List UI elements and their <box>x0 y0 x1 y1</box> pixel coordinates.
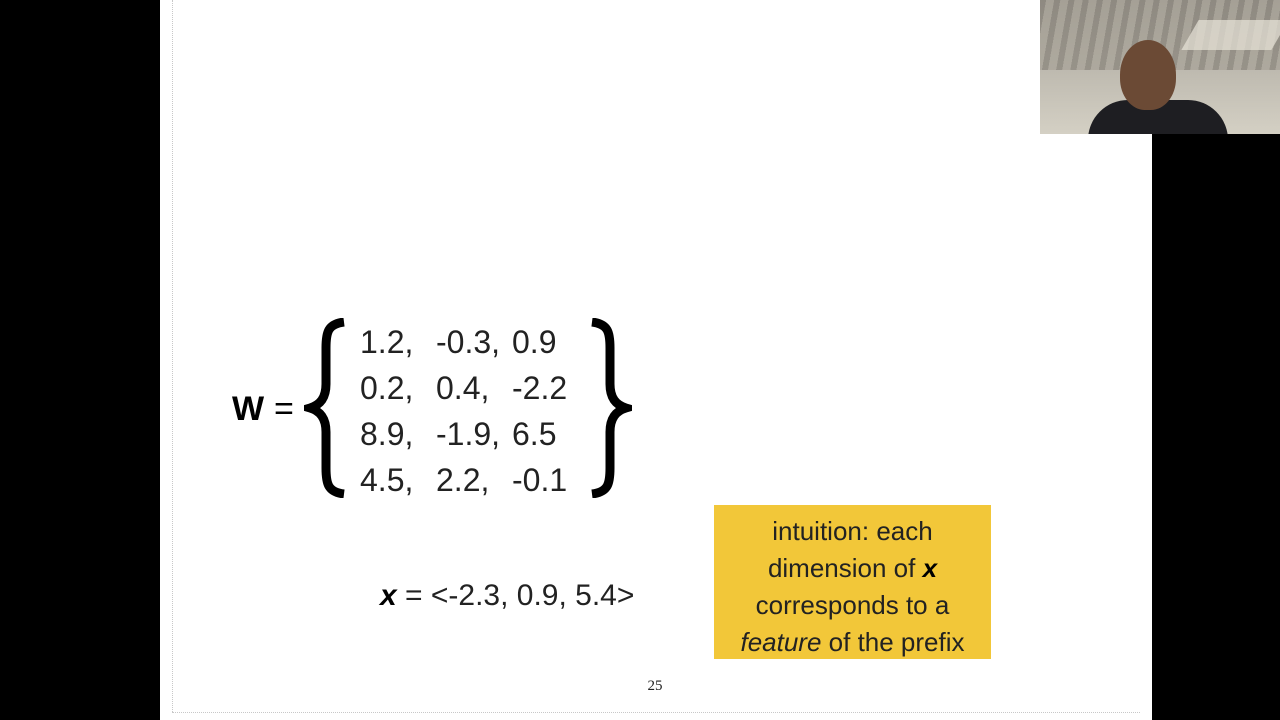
presenter-head <box>1120 40 1176 110</box>
matrix-row: 1.2, -0.3, 0.9 <box>360 322 572 368</box>
callout-line: feature of the prefix <box>714 624 991 661</box>
x-variable: x <box>380 579 397 612</box>
matrix-equals-sign: = <box>274 390 294 428</box>
x-vector-values: = <-2.3, 0.9, 5.4> <box>396 579 635 612</box>
callout-line: corresponds to a <box>755 590 950 620</box>
slide-edge-left <box>172 0 174 712</box>
matrix-cell: -0.1 <box>512 462 568 498</box>
callout-text: of the prefix <box>821 627 965 657</box>
matrix-row: 4.5, 2.2, -0.1 <box>360 460 572 506</box>
matrix-cell: 0.4, <box>436 370 490 406</box>
weight-matrix: 1.2, -0.3, 0.9 0.2, 0.4, -2.2 8.9, -1.9, 6.5 4… <box>360 322 572 506</box>
matrix-row: 8.9, -1.9, 6.5 <box>360 414 572 460</box>
letterbox-left <box>0 0 160 720</box>
webcam-light <box>1181 20 1280 50</box>
matrix-cell: 8.9, <box>360 416 414 452</box>
matrix-cell: 1.2, <box>360 324 414 360</box>
left-curly-brace-icon <box>304 318 345 498</box>
matrix-cell: 4.5, <box>360 462 414 498</box>
right-curly-brace-icon <box>591 318 632 498</box>
matrix-cell: 2.2, <box>436 462 490 498</box>
matrix-cell: 0.2, <box>360 370 414 406</box>
matrix-row: 0.2, 0.4, -2.2 <box>360 368 572 414</box>
callout-text: dimension of <box>767 553 923 583</box>
slide-edge-bottom <box>172 712 1140 714</box>
matrix-cell: -2.2 <box>512 370 568 406</box>
matrix-cell: 0.9 <box>512 324 557 360</box>
callout-line: dimension of x <box>714 550 991 587</box>
intuition-callout: intuition: each dimension of x correspon… <box>714 505 991 659</box>
x-vector-equation: x = <-2.3, 0.9, 5.4> <box>380 576 634 616</box>
matrix-cell: 6.5 <box>512 416 557 452</box>
matrix-w-label: W <box>232 390 265 428</box>
slide-page-number: 25 <box>647 678 663 694</box>
matrix-cell: -0.3, <box>436 324 501 360</box>
matrix-cell: -1.9, <box>436 416 501 452</box>
callout-line: intuition: each <box>772 516 933 546</box>
callout-feature-word: feature <box>740 627 822 657</box>
presenter-webcam-feed <box>1040 0 1280 134</box>
callout-x-variable: x <box>922 553 938 583</box>
